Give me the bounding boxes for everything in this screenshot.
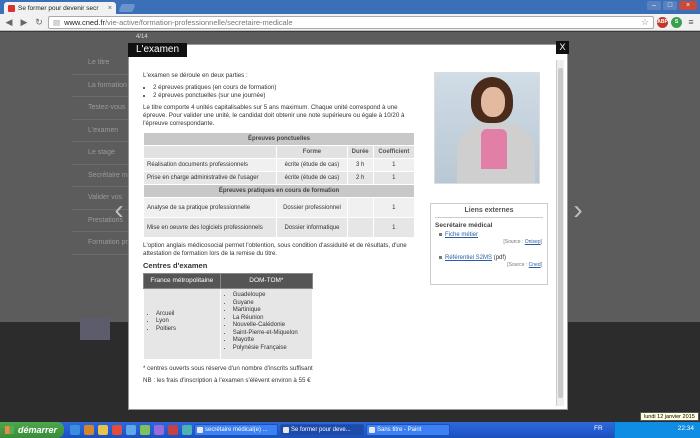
links-subtitle: Secrétaire médical: [435, 222, 493, 229]
links-title: Liens externes: [435, 204, 543, 218]
app-icon[interactable]: [168, 425, 178, 435]
referentiel-link[interactable]: Référentiel S2MS: [445, 255, 492, 261]
language-indicator[interactable]: FR: [594, 425, 603, 432]
table-row: Réalisation documents professionnels écr…: [142, 158, 416, 172]
onisep-link[interactable]: Onisep: [525, 239, 541, 245]
windows-logo-icon: [5, 426, 14, 434]
column-header: Forme: [276, 145, 348, 159]
modal-close-button[interactable]: X: [556, 41, 569, 54]
url-host: www.cned.fr: [64, 17, 105, 27]
exams-table: Épreuves ponctuelles Forme Durée Coeffic…: [142, 132, 416, 238]
next-slide-arrow-icon[interactable]: ›: [571, 190, 585, 230]
intro-text: L'examen se déroule en deux parties :: [143, 72, 248, 79]
list-item: La Réunion: [233, 315, 306, 323]
tab-title: Se former pour devenir secr: [18, 4, 99, 12]
page-icon: ▤: [53, 17, 61, 27]
date-tooltip: lundi 12 janvier 2015: [640, 412, 699, 421]
taskbar-button[interactable]: Sans titre - Paint: [366, 424, 450, 436]
source-line: [Source : Cned]: [507, 262, 542, 268]
list-item: 2 épreuves ponctuelles (sur une journée): [153, 92, 419, 100]
tab-close-icon[interactable]: ×: [108, 5, 112, 12]
external-links-box: Liens externes Secrétaire médical Fiche …: [430, 203, 548, 285]
list-item: Nouvelle-Calédonie: [233, 322, 306, 330]
tab-bar: Se former pour devenir secr × – □ ×: [0, 0, 700, 14]
list-item: Guadeloupe: [233, 292, 306, 300]
option-text: L'option anglais médicosocial permet l'o…: [143, 242, 407, 257]
address-bar[interactable]: ▤ www.cned.fr/vie-active/formation-profe…: [48, 15, 654, 29]
cned-link[interactable]: Cned: [529, 262, 541, 268]
app-icon[interactable]: [140, 425, 150, 435]
column-header: Durée: [346, 145, 374, 159]
taskbar-button[interactable]: secrétaire médical(e) ...: [194, 424, 278, 436]
intro-list: 2 épreuves pratiques (en cours de format…: [153, 84, 419, 100]
scrollbar-thumb[interactable]: [558, 68, 563, 398]
column-header: Coefficient: [372, 145, 416, 159]
previous-slide-arrow-icon[interactable]: ‹: [112, 190, 126, 230]
table-row: Analyse de sa pratique professionnelle D…: [142, 197, 416, 218]
centres-table: France métropolitaine DOM-TOM* Arcueil L…: [143, 273, 314, 360]
folder-icon[interactable]: [98, 425, 108, 435]
table-row: Mise en oeuvre des logiciels professionn…: [142, 217, 416, 238]
bullet-icon: [439, 255, 442, 259]
menu-icon[interactable]: ≡: [685, 17, 697, 27]
quick-launch: [70, 425, 192, 435]
new-tab-button[interactable]: [118, 4, 136, 12]
reload-icon[interactable]: ↻: [33, 16, 45, 28]
modal-title: L'examen: [128, 43, 188, 57]
chrome-icon[interactable]: [112, 425, 122, 435]
url-path: /vie-active/formation-professionnelle/se…: [104, 17, 293, 27]
list-item: Poitiers: [156, 326, 214, 334]
system-tray: 22:34: [614, 422, 700, 438]
adblock-extension-icon[interactable]: ABP: [657, 16, 668, 28]
back-arrow-icon[interactable]: ◀: [3, 16, 15, 28]
forward-arrow-icon[interactable]: ▶: [18, 16, 30, 28]
clock[interactable]: 22:34: [678, 425, 694, 432]
start-button[interactable]: démarrer: [0, 422, 64, 438]
list-item: Saint-Pierre-et-Miquelon: [233, 330, 306, 338]
list-item: 2 épreuves pratiques (en cours de format…: [153, 84, 419, 92]
fees-note: NB : les frais d'inscription à l'examen …: [143, 377, 311, 384]
extension-icon[interactable]: S: [671, 16, 682, 28]
list-item: Martinique: [233, 307, 306, 315]
republique-logo-icon: [80, 318, 110, 340]
list-item: Guyane: [233, 300, 306, 308]
cned-favicon-icon: [8, 4, 15, 12]
column-header: France métropolitaine: [143, 273, 221, 289]
footnote: * centres ouverts sous réserve d'un nomb…: [143, 365, 313, 372]
ie-icon[interactable]: [70, 425, 80, 435]
maximize-button[interactable]: □: [663, 1, 677, 10]
description-text: Le titre comporte 4 unités capitalisable…: [143, 104, 405, 127]
modal-content: L'examen se déroule en deux parties : 2 …: [142, 72, 419, 389]
taskbar-button[interactable]: Se former pour deve...: [280, 424, 364, 436]
table-row: Prise en charge administrative de l'usag…: [142, 171, 416, 185]
list-item: Mayotte: [233, 337, 306, 345]
taskbar: démarrer secrétaire médical(e) ... Se fo…: [0, 422, 700, 438]
list-item: Arcueil: [156, 311, 214, 319]
slide-counter: 4/14: [136, 34, 148, 40]
list-item: Lyon: [156, 318, 214, 326]
bullet-icon: [439, 232, 442, 236]
app-icon[interactable]: [182, 425, 192, 435]
centres-title: Centres d'examen: [143, 261, 208, 270]
task-buttons: secrétaire médical(e) ... Se former pour…: [194, 424, 450, 436]
window-close-button[interactable]: ×: [679, 1, 697, 10]
secretary-photo: [434, 72, 540, 184]
network-icon[interactable]: [126, 425, 136, 435]
modal-scrollbar[interactable]: [556, 60, 564, 406]
section-header: Épreuves pratiques en cours de formation: [143, 184, 415, 198]
app-icon[interactable]: [154, 425, 164, 435]
fiche-metier-link[interactable]: Fiche métier: [445, 232, 478, 238]
minimize-button[interactable]: –: [647, 1, 661, 10]
source-line: [Source : Onisep]: [503, 239, 542, 245]
column-header: DOM-TOM*: [219, 273, 314, 289]
section-header: Épreuves ponctuelles: [143, 132, 415, 146]
media-icon[interactable]: [84, 425, 94, 435]
toolbar: ◀ ▶ ↻ ▤ www.cned.fr/vie-active/formation…: [0, 14, 700, 31]
bookmark-star-icon[interactable]: ☆: [641, 17, 649, 28]
browser-tab[interactable]: Se former pour devenir secr ×: [4, 2, 116, 14]
list-item: Polynésie Française: [233, 345, 306, 353]
